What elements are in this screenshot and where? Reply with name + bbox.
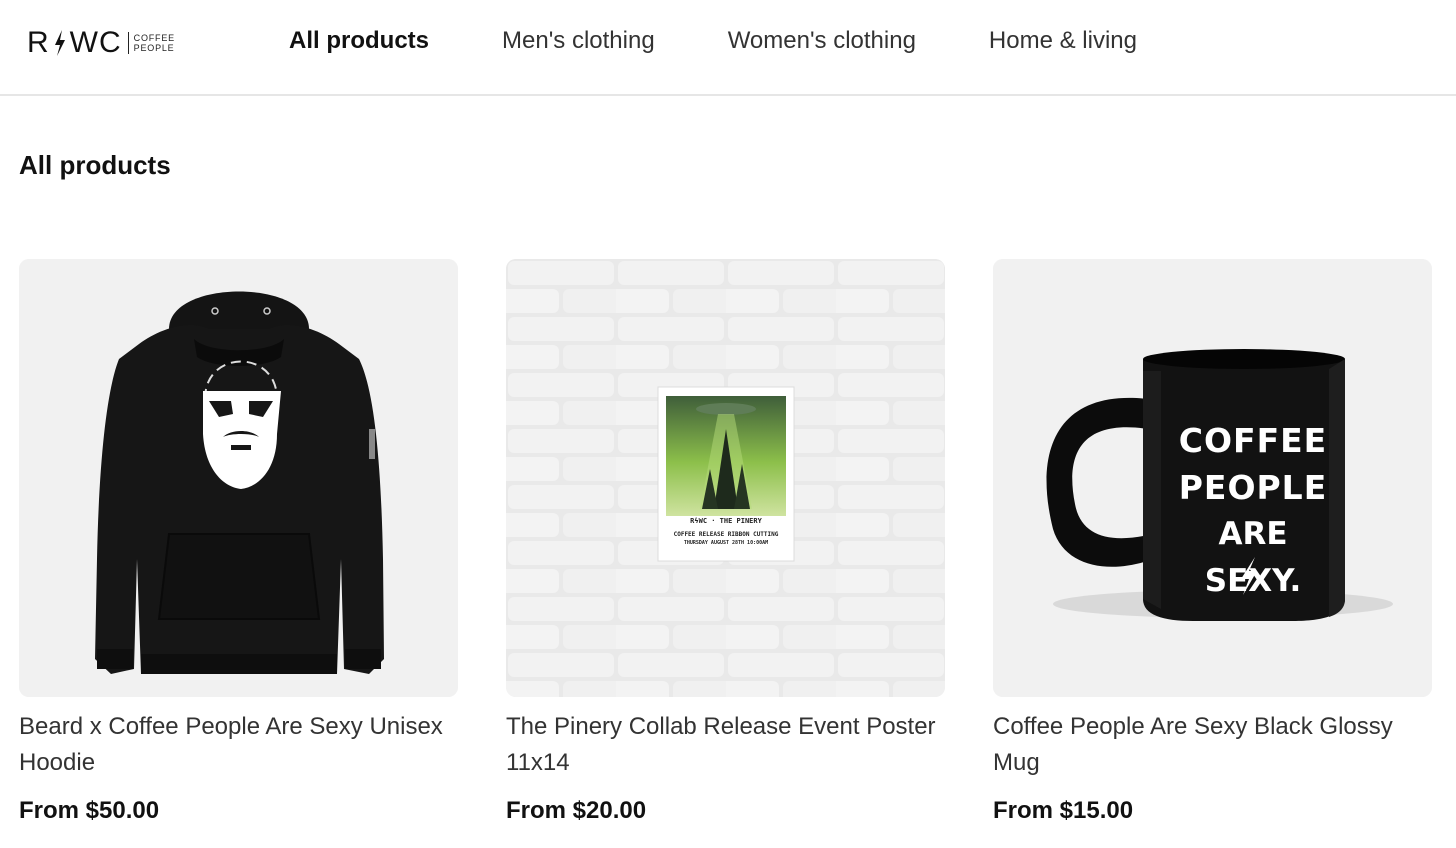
logo-letter-r: R (27, 26, 50, 59)
hoodie-image (19, 259, 458, 697)
product-price: From $20.00 (506, 797, 647, 824)
nav-mens-clothing[interactable]: Men's clothing (502, 26, 655, 56)
nav-all-products[interactable]: All products (289, 26, 429, 56)
brand-logo[interactable]: R WC COFFEE PEOPLE (27, 26, 175, 60)
product-name[interactable]: The Pinery Collab Release Event Poster 1… (506, 709, 945, 781)
logo-subtitle: COFFEE PEOPLE (134, 33, 175, 53)
nav-home-living[interactable]: Home & living (989, 26, 1137, 56)
mug-print: COFFEE PEOPLE ARE SEXY. (1168, 417, 1338, 605)
product-card-mug[interactable]: COFFEE PEOPLE ARE SEXY. Coffee People Ar… (993, 259, 1432, 825)
product-name[interactable]: Coffee People Are Sexy Black Glossy Mug (993, 709, 1432, 781)
poster-line2: COFFEE RELEASE RIBBON CUTTING (673, 531, 779, 538)
product-name[interactable]: Beard x Coffee People Are Sexy Unisex Ho… (19, 709, 458, 781)
product-image-hoodie[interactable] (19, 259, 458, 697)
mug-line2: PEOPLE (1178, 468, 1328, 507)
logo-subtitle-line1: COFFEE (133, 33, 175, 43)
product-image-poster[interactable]: RϟWC · THE PINERY COFFEE RELEASE RIBBON … (506, 259, 945, 697)
page-title: All products (19, 150, 171, 180)
product-image-mug[interactable]: COFFEE PEOPLE ARE SEXY. (993, 259, 1432, 697)
mug-line1: COFFEE (1178, 421, 1328, 460)
logo-subtitle-line2: PEOPLE (133, 43, 175, 53)
site-header: R WC COFFEE PEOPLE All products Men's cl… (0, 0, 1456, 96)
nav-womens-clothing[interactable]: Women's clothing (728, 26, 916, 56)
logo-letters-wc: WC (69, 26, 122, 59)
product-card-hoodie[interactable]: Beard x Coffee People Are Sexy Unisex Ho… (19, 259, 458, 825)
logo-wordmark: R WC (27, 28, 122, 58)
product-price: From $15.00 (993, 797, 1134, 824)
poster-image (506, 259, 945, 697)
poster-line3: THURSDAY AUGUST 28TH 10:00AM (683, 540, 769, 546)
poster-line1: RϟWC · THE PINERY (690, 517, 762, 525)
logo-divider (127, 32, 129, 54)
lightning-bolt-icon (54, 30, 65, 56)
product-price: From $50.00 (19, 797, 160, 824)
product-card-poster[interactable]: RϟWC · THE PINERY COFFEE RELEASE RIBBON … (506, 259, 945, 825)
poster-caption: RϟWC · THE PINERY COFFEE RELEASE RIBBON … (666, 517, 786, 548)
mug-line3: ARE SEXY. (1204, 516, 1302, 599)
main-nav: All products Men's clothing Women's clot… (289, 26, 1137, 56)
